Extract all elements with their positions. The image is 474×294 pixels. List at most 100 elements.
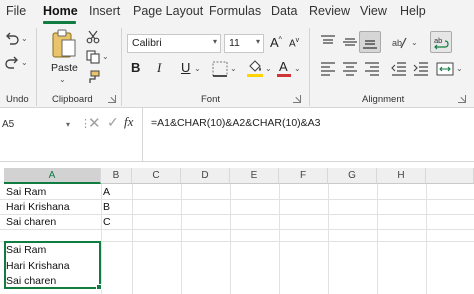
align-right-icon[interactable] [364, 62, 380, 76]
column-line [328, 184, 329, 294]
divider [121, 28, 122, 106]
align-top-icon[interactable] [320, 35, 336, 49]
chevron-down-icon: ▾ [212, 37, 217, 46]
tab-page-layout[interactable]: Page Layout [133, 4, 203, 18]
cell-b2[interactable]: B [103, 201, 110, 213]
align-center-icon[interactable] [342, 62, 358, 76]
row-line [0, 229, 474, 230]
font-size-dropdown[interactable]: 11 ▾ [224, 34, 264, 53]
italic-button[interactable]: I [157, 60, 161, 76]
column-header-b[interactable]: B [101, 168, 132, 184]
column-header-c[interactable]: C [132, 168, 181, 184]
cell-b1[interactable]: A [103, 186, 110, 198]
chevron-down-icon: ▾ [255, 37, 260, 46]
menu-bar: File Home Insert Page Layout Formulas Da… [0, 0, 474, 24]
divider [36, 28, 37, 106]
cell-b3[interactable]: C [103, 216, 111, 228]
column-line [426, 184, 427, 294]
shrink-font-button[interactable]: Av [289, 37, 299, 49]
wrap-text-icon: ab [434, 36, 449, 50]
name-box-dropdown-icon[interactable]: ▾ [66, 120, 70, 129]
tab-insert[interactable]: Insert [89, 4, 120, 18]
increase-indent-icon[interactable] [413, 62, 429, 76]
divider [142, 108, 143, 162]
format-painter-icon[interactable] [86, 70, 100, 84]
decrease-indent-icon[interactable] [391, 62, 407, 76]
align-middle-icon[interactable] [342, 35, 358, 49]
merge-dropdown-icon[interactable]: ⌄ [456, 64, 463, 73]
shrink-font-letter: A [289, 38, 296, 50]
redo-icon[interactable] [4, 54, 20, 70]
font-size-value: 11 [229, 37, 240, 49]
bold-button[interactable]: B [131, 60, 140, 75]
alignment-launcher-icon[interactable] [458, 95, 466, 103]
tab-view[interactable]: View [360, 4, 387, 18]
result-line-1: Sai Ram [6, 244, 47, 256]
tab-review[interactable]: Review [309, 4, 350, 18]
enter-icon[interactable]: ✓ [107, 114, 119, 131]
svg-text:ab: ab [392, 38, 402, 48]
paste-icon[interactable] [50, 28, 78, 60]
align-left-icon[interactable] [320, 62, 336, 76]
cut-icon[interactable] [86, 30, 100, 44]
column-header-h[interactable]: H [377, 168, 426, 184]
underline-dropdown-icon[interactable]: ⌄ [194, 64, 201, 73]
wrap-text-button[interactable]: ab [430, 31, 452, 53]
borders-icon[interactable] [212, 61, 228, 77]
align-bottom-button[interactable] [359, 31, 381, 53]
name-box[interactable]: A5 [0, 114, 66, 136]
fill-handle[interactable] [96, 284, 102, 290]
column-header-f[interactable]: F [279, 168, 328, 184]
column-header-i[interactable] [426, 168, 474, 184]
worksheet-grid[interactable]: A B C D E F G H Sai Ram A Hari Krishana … [0, 162, 474, 294]
fill-color-swatch [247, 74, 263, 77]
column-line [101, 184, 102, 294]
fill-color-dropdown-icon[interactable]: ⌄ [265, 64, 272, 73]
result-line-3: Sai charen [6, 275, 57, 287]
tab-file[interactable]: File [6, 4, 26, 18]
column-header-d[interactable]: D [181, 168, 230, 184]
column-header-a[interactable]: A [4, 168, 101, 184]
formula-input[interactable]: =A1&CHAR(10)&A2&CHAR(10)&A3 [151, 117, 321, 129]
cell-a2[interactable]: Hari Krishana [6, 201, 70, 213]
font-launcher-icon[interactable] [293, 95, 301, 103]
font-color-dropdown-icon[interactable]: ⌄ [294, 64, 301, 73]
cancel-icon[interactable]: ✕ [88, 114, 101, 132]
paste-button-label[interactable]: Paste [51, 62, 78, 74]
tab-formulas[interactable]: Formulas [209, 4, 261, 18]
copy-icon[interactable] [86, 50, 100, 64]
copy-dropdown-icon[interactable]: ⌄ [102, 52, 109, 61]
formula-bar: A5 ▾ ⋮ ✕ ✓ fx =A1&CHAR(10)&A2&CHAR(10)&A… [0, 108, 474, 162]
cell-a1[interactable]: Sai Ram [6, 186, 46, 198]
undo-group-label: Undo [6, 94, 29, 105]
row-line [0, 214, 474, 215]
orientation-icon[interactable]: ab [391, 34, 407, 50]
clipboard-launcher-icon[interactable] [108, 95, 116, 103]
tab-data[interactable]: Data [271, 4, 297, 18]
undo-icon[interactable] [4, 30, 20, 46]
redo-dropdown-icon[interactable]: ⌄ [21, 58, 28, 67]
font-color-button[interactable]: A [279, 59, 288, 74]
column-header-g[interactable]: G [328, 168, 377, 184]
merge-center-icon[interactable] [436, 61, 454, 77]
tab-help[interactable]: Help [400, 4, 426, 18]
tab-home[interactable]: Home [43, 4, 78, 18]
column-line [132, 184, 133, 294]
undo-dropdown-icon[interactable]: ⌄ [21, 34, 28, 43]
grow-font-button[interactable]: A^ [270, 35, 282, 50]
column-line [279, 184, 280, 294]
font-color-swatch [277, 74, 291, 77]
fill-color-icon[interactable] [247, 60, 263, 74]
underline-button[interactable]: U [181, 60, 190, 75]
result-line-2: Hari Krishana [6, 260, 70, 272]
alignment-group-label: Alignment [362, 94, 405, 105]
column-header-e[interactable]: E [230, 168, 279, 184]
borders-dropdown-icon[interactable]: ⌄ [230, 64, 237, 73]
column-line [377, 184, 378, 294]
font-name-dropdown[interactable]: Calibri ▾ [127, 34, 221, 53]
paste-dropdown-icon[interactable]: ⌄ [59, 75, 66, 84]
cell-a3[interactable]: Sai charen [6, 216, 56, 228]
orientation-dropdown-icon[interactable]: ⌄ [411, 38, 418, 47]
insert-function-button[interactable]: fx [124, 114, 133, 130]
font-group-label: Font [201, 94, 221, 105]
